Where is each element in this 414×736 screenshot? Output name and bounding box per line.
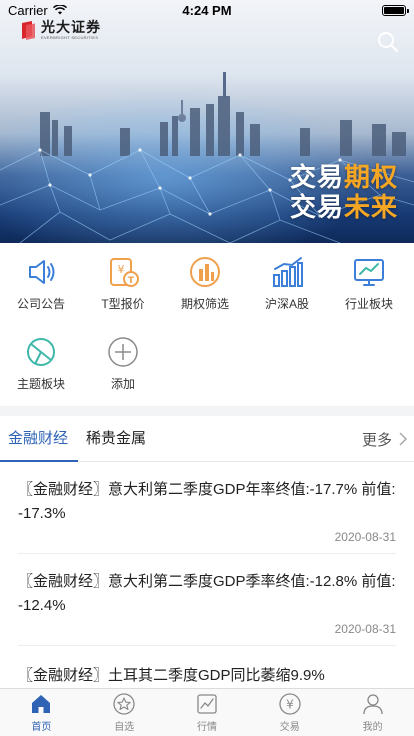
banner[interactable]: Carrier 4:24 PM 光大证券 EVERBRIGHT SECURITI…: [0, 0, 414, 243]
svg-text:¥: ¥: [286, 697, 294, 711]
nav-item-home[interactable]: 首页: [0, 689, 83, 736]
news-title: 〖金融财经〗意大利第二季度GDP年率终值:-17.7% 前值:-17.3%: [18, 481, 396, 522]
industry-monitor-icon: [354, 259, 384, 286]
grid-item-label: 添加: [110, 377, 135, 391]
grid-item-label: 沪深A股: [264, 297, 309, 311]
user-icon: [362, 693, 383, 714]
slogan-line-2-text: 交易: [289, 192, 344, 222]
brand-subtitle: EVERBRIGHT SECURITIES: [41, 35, 99, 40]
bottom-tab-bar: 首页 自选 行情 ¥ 交易 我的: [0, 688, 414, 736]
nav-label: 我的: [362, 721, 383, 733]
news-title: 〖金融财经〗土耳其二季度GDP同比萎缩9.9%: [18, 667, 325, 684]
yen-coin-icon: ¥: [279, 692, 301, 715]
grid-item-sh-sz-a-shares[interactable]: 沪深A股: [246, 255, 328, 312]
status-bar: Carrier 4:24 PM: [0, 0, 414, 20]
search-icon[interactable]: [376, 30, 400, 54]
nav-item-trade[interactable]: ¥ 交易: [248, 689, 331, 736]
stock-bars-icon: [273, 257, 303, 287]
more-label: 更多: [361, 431, 392, 449]
news-tab-bar: 金融财经 稀贵金属 更多: [0, 416, 414, 462]
battery-icon: [382, 4, 409, 16]
nav-label: 交易: [279, 721, 300, 733]
slogan-line-1-text: 交易: [289, 162, 344, 192]
options-filter-icon: [190, 257, 220, 287]
grid-item-add[interactable]: 添加: [82, 335, 164, 392]
slogan-line-1-accent: 期权: [343, 162, 398, 192]
news-item[interactable]: 〖金融财经〗意大利第二季度GDP年率终值:-17.7% 前值:-17.3% 20…: [18, 478, 396, 554]
grid-item-t-quote[interactable]: ¥ T T型报价: [82, 255, 164, 312]
t-quote-icon: ¥ T: [110, 258, 139, 287]
pie-chart-icon: [27, 338, 55, 366]
grid-item-company-announcements[interactable]: 公司公告: [0, 255, 82, 312]
star-icon: [113, 692, 135, 715]
tab-financial-news[interactable]: 金融财经: [8, 416, 68, 462]
svg-text:¥: ¥: [118, 263, 125, 276]
carrier-label: Carrier: [8, 2, 48, 18]
news-date: 2020-08-31: [334, 622, 396, 636]
news-date: 2020-08-31: [334, 530, 396, 544]
nav-label: 首页: [31, 721, 52, 733]
grid-item-label: T型报价: [101, 297, 145, 311]
nav-item-market[interactable]: 行情: [166, 689, 249, 736]
grid-item-label: 主题板块: [16, 377, 65, 391]
slogan-line-2: 交易未来: [290, 192, 398, 222]
tab-precious-metals[interactable]: 稀贵金属: [86, 416, 146, 462]
grid-item-label: 期权筛选: [180, 297, 229, 311]
brand-logo: 光大证券 EVERBRIGHT SECURITIES: [20, 20, 101, 40]
news-title: 〖金融财经〗意大利第二季度GDP季率终值:-12.8% 前值:-12.4%: [18, 573, 396, 614]
news-item[interactable]: 〖金融财经〗意大利第二季度GDP季率终值:-12.8% 前值:-12.4% 20…: [18, 570, 396, 646]
slogan-line-2-accent: 未来: [343, 192, 398, 222]
brand-logo-icon: [22, 20, 35, 40]
wifi-icon: [52, 5, 67, 15]
grid-item-label: 行业板块: [344, 297, 393, 311]
active-tab-indicator: [0, 460, 78, 462]
chevron-right-icon: [399, 432, 408, 446]
grid-item-label: 公司公告: [16, 297, 65, 311]
nav-item-watchlist[interactable]: 自选: [83, 689, 166, 736]
nav-item-profile[interactable]: 我的: [331, 689, 414, 736]
grid-item-options-filter[interactable]: 期权筛选: [164, 255, 246, 312]
more-button[interactable]: 更多: [362, 416, 408, 462]
svg-text:T: T: [128, 276, 135, 286]
nav-label: 行情: [196, 721, 217, 733]
megaphone-icon: [29, 260, 55, 284]
market-chart-icon: [197, 693, 217, 714]
banner-slogan: 交易期权 交易未来: [290, 162, 398, 222]
add-circle-icon: [108, 337, 138, 367]
brand-name: 光大证券: [41, 19, 101, 35]
slogan-line-1: 交易期权: [290, 162, 398, 192]
home-icon: [32, 694, 51, 713]
grid-item-industry-sectors[interactable]: 行业板块: [328, 255, 410, 312]
nav-label: 自选: [114, 721, 135, 733]
section-divider: [0, 406, 414, 416]
grid-item-theme-sectors[interactable]: 主题板块: [0, 335, 82, 392]
